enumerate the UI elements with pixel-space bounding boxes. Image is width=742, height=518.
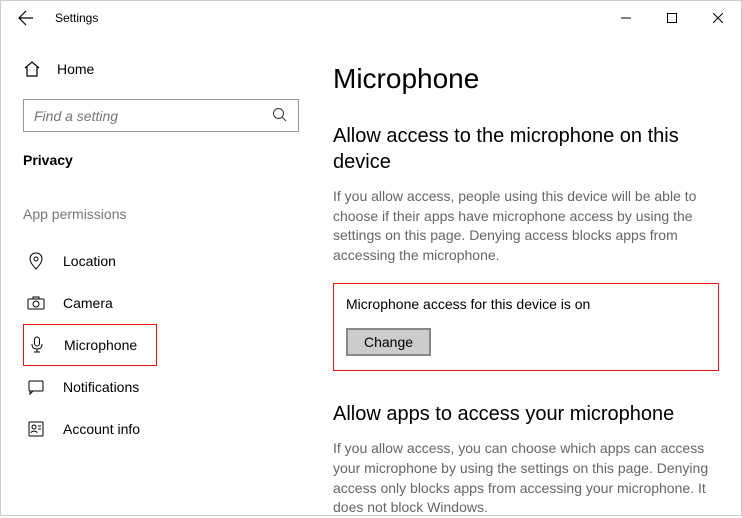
camera-icon [27,294,45,312]
window-title: Settings [55,11,98,25]
notifications-icon [27,378,45,396]
maximize-button[interactable] [649,3,695,33]
search-box[interactable] [23,99,299,132]
section1-desc: If you allow access, people using this d… [333,187,719,265]
section1-title: Allow access to the microphone on this d… [333,123,719,175]
content-pane: Microphone Allow access to the microphon… [321,35,741,515]
sidebar-item-microphone[interactable]: Microphone [23,324,157,366]
sidebar-item-notifications[interactable]: Notifications [23,366,299,408]
sidebar-item-account-info[interactable]: Account info [23,408,299,450]
location-icon [27,252,45,270]
nav-label: Location [63,253,116,269]
minimize-button[interactable] [603,3,649,33]
page-title: Microphone [333,63,719,95]
home-label: Home [57,61,94,77]
group-label: App permissions [23,206,299,222]
search-input[interactable] [24,102,298,130]
home-nav[interactable]: Home [23,51,299,87]
sidebar-item-camera[interactable]: Camera [23,282,299,324]
microphone-icon [28,336,46,354]
nav-label: Camera [63,295,113,311]
close-button[interactable] [695,3,741,33]
nav-label: Account info [63,421,140,437]
window-controls [603,3,741,33]
close-icon [713,13,723,23]
nav-label: Microphone [64,337,137,353]
section2-desc: If you allow access, you can choose whic… [333,439,719,517]
titlebar: Settings [1,1,741,35]
status-box: Microphone access for this device is on … [333,283,719,371]
sidebar-item-location[interactable]: Location [23,240,299,282]
status-text: Microphone access for this device is on [346,296,706,312]
maximize-icon [667,13,677,23]
change-button[interactable]: Change [346,328,431,356]
arrow-left-icon [18,10,34,26]
back-button[interactable] [15,7,37,29]
home-icon [23,60,41,78]
nav-label: Notifications [63,379,139,395]
section2-title: Allow apps to access your microphone [333,401,719,427]
section-title: Privacy [23,152,299,168]
sidebar: Home Privacy App permissions Location Ca… [1,35,321,515]
minimize-icon [621,13,631,23]
account-icon [27,420,45,438]
